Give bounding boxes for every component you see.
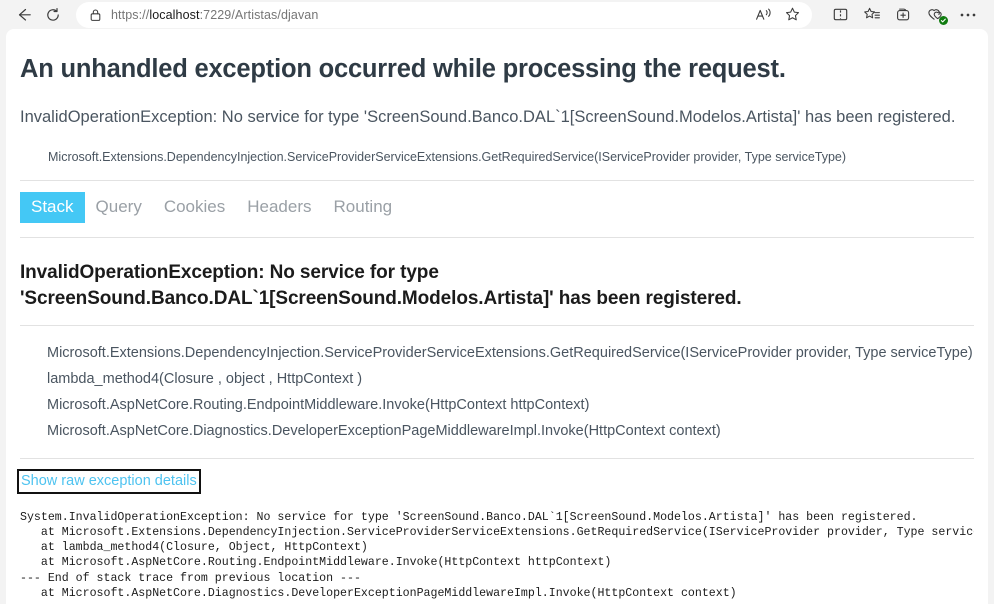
address-bar[interactable]: https://localhost:7229/Artistas/djavan <box>76 1 812 28</box>
toolbar-actions <box>824 2 984 28</box>
divider-above-stack-frames <box>20 324 974 326</box>
add-tab-group-icon[interactable] <box>888 2 920 28</box>
refresh-button[interactable] <box>38 2 68 28</box>
stack-frame[interactable]: Microsoft.AspNetCore.Diagnostics.Develop… <box>20 418 974 444</box>
url-scheme: https:// <box>111 7 150 22</box>
tab-stack[interactable]: Stack <box>20 192 85 224</box>
page-viewport: An unhandled exception occurred while pr… <box>0 29 994 604</box>
divider-above-raw-toggle <box>20 457 974 459</box>
url-path: :7229/Artistas/djavan <box>199 7 319 22</box>
url-host: localhost <box>149 7 200 22</box>
stack-frame[interactable]: Microsoft.AspNetCore.Routing.EndpointMid… <box>20 392 974 418</box>
lock-icon[interactable] <box>86 6 104 24</box>
tab-cookies[interactable]: Cookies <box>153 192 236 223</box>
more-options-icon[interactable] <box>952 2 984 28</box>
browser-toolbar: https://localhost:7229/Artistas/djavan <box>0 0 994 29</box>
back-button[interactable] <box>8 2 38 28</box>
developer-exception-page: An unhandled exception occurred while pr… <box>17 55 974 604</box>
browser-essentials-icon[interactable] <box>920 2 952 28</box>
favorite-star-icon[interactable] <box>778 3 806 27</box>
stack-frame[interactable]: lambda_method4(Closure , object , HttpCo… <box>20 366 974 392</box>
collections-icon[interactable] <box>856 2 888 28</box>
exception-summary: InvalidOperationException: No service fo… <box>20 108 956 126</box>
exception-tabs: Stack Query Cookies Headers Routing <box>20 192 974 224</box>
raw-exception-details: System.InvalidOperationException: No ser… <box>20 510 974 601</box>
tab-query[interactable]: Query <box>85 192 153 223</box>
tab-headers[interactable]: Headers <box>236 192 322 223</box>
divider-below-tabs <box>20 237 974 239</box>
stack-frame[interactable]: Microsoft.Extensions.DependencyInjection… <box>20 340 974 366</box>
raw-toggle-wrap: Show raw exception details <box>17 468 974 494</box>
page-title: An unhandled exception occurred while pr… <box>20 55 786 83</box>
divider-above-tabs <box>20 180 974 182</box>
split-screen-icon[interactable] <box>824 2 856 28</box>
page-canvas: An unhandled exception occurred while pr… <box>6 29 988 604</box>
stack-frame-list: Microsoft.Extensions.DependencyInjection… <box>20 340 974 444</box>
stack-title: InvalidOperationException: No service fo… <box>20 262 742 310</box>
omnibox-actions <box>750 3 806 27</box>
read-aloud-icon[interactable] <box>750 3 778 27</box>
verified-badge-icon <box>939 15 948 25</box>
tab-routing[interactable]: Routing <box>323 192 404 223</box>
show-raw-exception-details-link[interactable]: Show raw exception details <box>17 468 201 494</box>
url-text[interactable]: https://localhost:7229/Artistas/djavan <box>111 8 750 22</box>
exception-location: Microsoft.Extensions.DependencyInjection… <box>48 149 847 164</box>
